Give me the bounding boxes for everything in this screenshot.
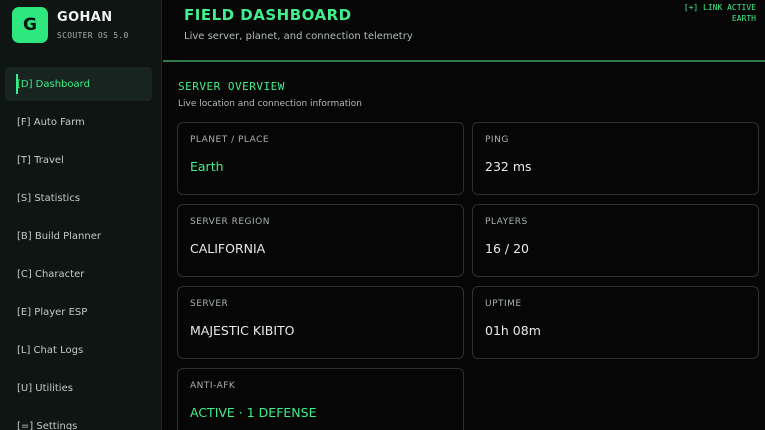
card-ping: PING 232 ms (472, 122, 759, 195)
sidebar-item-auto-farm[interactable]: [F] Auto Farm (5, 105, 152, 139)
card-value: 232 ms (485, 159, 532, 174)
card-label: PING (485, 135, 509, 145)
card-label: ANTI-AFK (190, 381, 236, 391)
card-server: SERVER MAJESTIC KIBITO (177, 286, 464, 359)
sidebar-item-build-planner[interactable]: [B] Build Planner (5, 219, 152, 253)
card-value: 16 / 20 (485, 241, 529, 256)
app-window: G GOHAN SCOUTER OS 5.0 [D] Dashboard [F]… (0, 0, 765, 430)
link-status-planet: EARTH (731, 14, 756, 23)
card-server-region: SERVER REGION CALIFORNIA (177, 204, 464, 277)
sidebar-item-statistics[interactable]: [S] Statistics (5, 181, 152, 215)
card-value: Earth (190, 159, 224, 174)
card-anti-afk: ANTI-AFK ACTIVE · 1 DEFENSE (177, 368, 464, 430)
page-title: FIELD DASHBOARD (184, 6, 352, 24)
card-players: PLAYERS 16 / 20 (472, 204, 759, 277)
card-label: SERVER (190, 299, 229, 309)
page-header: FIELD DASHBOARD Live server, planet, and… (163, 0, 765, 62)
section-subtitle: Live location and connection information (178, 99, 362, 109)
sidebar-item-settings[interactable]: [=] Settings (5, 409, 152, 430)
card-label: UPTIME (485, 299, 522, 309)
card-value: MAJESTIC KIBITO (190, 323, 295, 338)
sidebar-item-chat-logs[interactable]: [L] Chat Logs (5, 333, 152, 367)
sidebar-item-dashboard[interactable]: [D] Dashboard (5, 67, 152, 101)
link-status-line: [+] LINK ACTIVE (683, 3, 756, 12)
card-label: PLANET / PLACE (190, 135, 270, 145)
sidebar-item-utilities[interactable]: [U] Utilities (5, 371, 152, 405)
link-status: [+] LINK ACTIVE EARTH (684, 2, 756, 24)
sidebar-item-travel[interactable]: [T] Travel (5, 143, 152, 177)
brand: G GOHAN SCOUTER OS 5.0 (12, 7, 129, 43)
app-title: GOHAN (57, 10, 113, 25)
sidebar: G GOHAN SCOUTER OS 5.0 [D] Dashboard [F]… (0, 0, 162, 430)
card-uptime: UPTIME 01h 08m (472, 286, 759, 359)
card-value: ACTIVE · 1 DEFENSE (190, 405, 317, 420)
card-value: 01h 08m (485, 323, 541, 338)
sidebar-item-character[interactable]: [C] Character (5, 257, 152, 291)
page-subtitle: Live server, planet, and connection tele… (184, 31, 413, 42)
card-planet: PLANET / PLACE Earth (177, 122, 464, 195)
card-value: CALIFORNIA (190, 241, 266, 256)
app-version: SCOUTER OS 5.0 (57, 31, 129, 40)
sidebar-nav: [D] Dashboard [F] Auto Farm [T] Travel [… (5, 67, 152, 430)
section-title: SERVER OVERVIEW (178, 80, 285, 93)
card-label: SERVER REGION (190, 217, 271, 227)
app-logo: G (12, 7, 48, 43)
sidebar-item-player-esp[interactable]: [E] Player ESP (5, 295, 152, 329)
card-label: PLAYERS (485, 217, 528, 227)
